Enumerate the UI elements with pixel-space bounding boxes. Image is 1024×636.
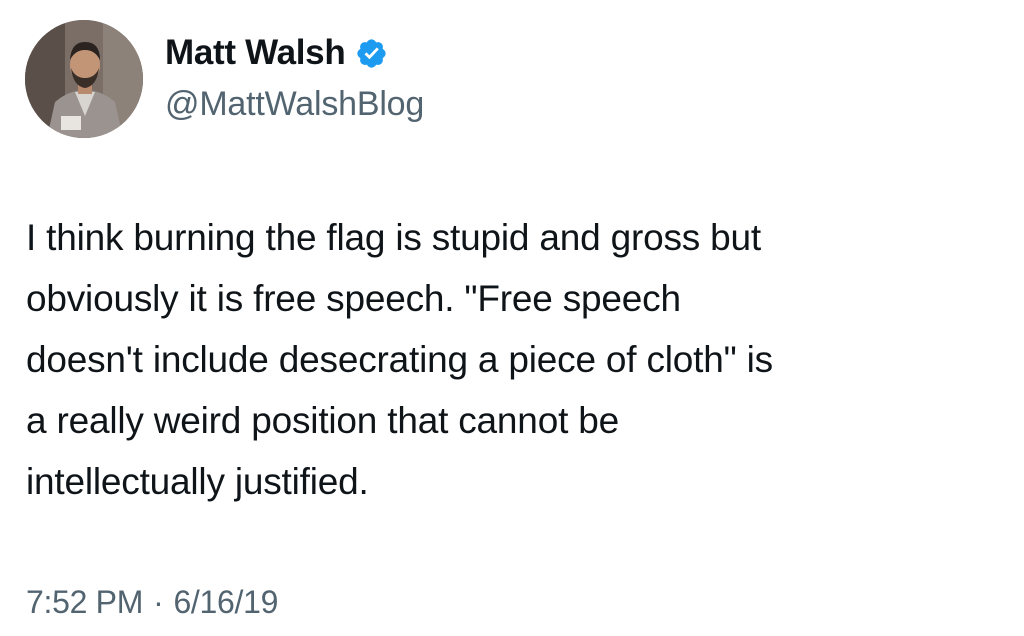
tweet-date[interactable]: 6/16/19: [173, 580, 278, 624]
name-row: Matt Walsh: [165, 30, 424, 76]
verified-badge-icon[interactable]: [355, 37, 388, 70]
tweet-time[interactable]: 7:52 PM: [26, 580, 143, 624]
avatar[interactable]: [25, 20, 143, 138]
author-block: Matt Walsh @MattWalshBlog: [165, 30, 424, 126]
display-name[interactable]: Matt Walsh: [165, 30, 346, 76]
tweet-line: doesn't include desecrating a piece of c…: [26, 339, 773, 380]
meta-separator: ·: [153, 584, 164, 620]
tweet-text: I think burning the flag is stupid and g…: [26, 207, 1001, 512]
handle[interactable]: @MattWalshBlog: [165, 82, 424, 126]
tweet-line: intellectually justified.: [26, 461, 369, 502]
tweet-card: Matt Walsh @MattWalshBlog I think burnin…: [0, 0, 1024, 636]
tweet-line: a really weird position that cannot be: [26, 400, 619, 441]
tweet-line: obviously it is free speech. "Free speec…: [26, 278, 681, 319]
tweet-timestamp[interactable]: 7:52 PM · 6/16/19: [26, 580, 278, 624]
profile-photo-icon: [25, 20, 143, 138]
tweet-line: I think burning the flag is stupid and g…: [26, 217, 761, 258]
